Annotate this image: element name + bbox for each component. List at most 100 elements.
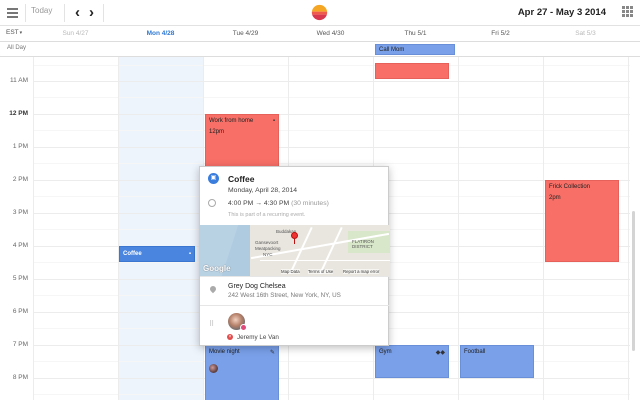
top-toolbar: Today ‹ › Apr 27 - May 3 2014 (0, 0, 640, 26)
duration: (30 minutes) (291, 200, 329, 207)
grid-line (33, 130, 630, 131)
map-label: FLATIRON DISTRICT (352, 239, 374, 249)
event-frick-collection[interactable]: Frick Collection 2pm (545, 180, 619, 262)
timezone-label: EST (6, 29, 19, 36)
map-label: Meatpacking (255, 246, 281, 251)
grid-line (33, 81, 630, 82)
hour-label: 6 PM (12, 308, 28, 315)
google-logo: Google (203, 264, 231, 273)
popover-event-date: Monday, April 28, 2014 (228, 187, 298, 194)
avatar (209, 364, 218, 373)
grid-line (33, 114, 630, 115)
status-badge (240, 324, 247, 331)
map-label: NYC (263, 252, 273, 257)
hour-label: 5 PM (12, 275, 28, 282)
clock-icon (208, 199, 216, 207)
vertical-scrollbar[interactable] (632, 211, 635, 351)
terms-of-use-link[interactable]: Terms of Use (308, 269, 334, 274)
day-header-fri[interactable]: Fri 5/2 (458, 26, 543, 42)
hour-label: 11 AM (10, 77, 28, 84)
today-button[interactable]: Today (31, 6, 52, 15)
popover-event-time: 4:00 PM → 4:30 PM (30 minutes) (228, 200, 329, 207)
calendar-icon: ▣ (208, 173, 219, 184)
hour-label: 2 PM (12, 176, 28, 183)
day-header-mon[interactable]: Mon 4/28 (118, 26, 203, 42)
map-pin-icon (291, 232, 298, 244)
people-icon: ⠿ (209, 321, 215, 328)
location-address[interactable]: 242 West 16th Street, New York, NY, US (228, 292, 341, 299)
time-range: 4:00 PM → 4:30 PM (228, 200, 290, 207)
hour-label: 3 PM (12, 209, 28, 216)
divider (200, 276, 390, 277)
timezone-selector[interactable]: EST▾ (6, 29, 22, 36)
grid-line (33, 147, 630, 148)
event-title: Frick Collection (549, 184, 591, 190)
event-title: Work from home (209, 118, 254, 124)
grid-line (33, 163, 630, 164)
event-gym[interactable]: Gym ◆◆ (375, 345, 449, 378)
column-divider (118, 57, 119, 400)
date-range-title: Apr 27 - May 3 2014 (517, 7, 606, 18)
location-name[interactable]: Grey Dog Chelsea (228, 283, 286, 290)
day-header-row: EST▾ Sun 4/27 Mon 4/28 Tue 4/29 Wed 4/30… (0, 26, 640, 42)
event-title: Football (464, 349, 486, 355)
event-call-mom[interactable]: Call Mom (375, 44, 455, 55)
map-data-link[interactable]: Map Data (281, 269, 300, 274)
day-header-sat[interactable]: Sat 5/3 (543, 26, 628, 42)
event-title: Coffee (123, 251, 142, 257)
all-day-row: All Day (0, 42, 640, 57)
event-title: Call Mom (379, 47, 405, 53)
menu-icon[interactable] (5, 5, 20, 20)
all-day-label: All Day (7, 45, 27, 51)
event-football[interactable]: Football (460, 345, 534, 378)
column-divider (628, 57, 629, 400)
recurring-icon: ▪ (188, 251, 191, 257)
map-road (260, 260, 390, 261)
event-title: Gym (379, 349, 392, 355)
day-header-sun[interactable]: Sun 4/27 (33, 26, 118, 42)
divider (200, 305, 390, 306)
event-movie-night[interactable]: Movie night ✎ (205, 345, 279, 400)
report-map-error-link[interactable]: Report a map error (343, 269, 380, 274)
dumbbell-icon: ◆◆ (435, 350, 445, 356)
attendee-name: Jeremy Le Van (237, 334, 279, 341)
pencil-icon: ✎ (269, 350, 275, 356)
grid-line (33, 65, 630, 66)
hour-label: 1 PM (12, 143, 28, 150)
recurring-note: This is part of a recurring event. (228, 212, 306, 218)
grid-line (33, 394, 630, 395)
sunrise-logo-icon (311, 4, 328, 21)
location-pin-icon (208, 284, 218, 294)
column-divider (33, 57, 34, 400)
avatar[interactable] (228, 313, 247, 331)
day-header-thu[interactable]: Thu 5/1 (373, 26, 458, 42)
toolbar-divider (25, 4, 26, 22)
location-map[interactable]: Buddakan Gansevoort Meatpacking NYC FLAT… (200, 225, 390, 276)
day-header-tue[interactable]: Tue 4/29 (203, 26, 288, 42)
event-detail-popover: ▣ Coffee Monday, April 28, 2014 4:00 PM … (199, 166, 390, 346)
hour-label: 7 PM (12, 341, 28, 348)
next-week-button[interactable]: › (83, 3, 100, 22)
popover-event-title: Coffee (228, 174, 255, 184)
grid-line (33, 97, 630, 98)
event-time: 2pm (549, 195, 561, 201)
chevron-down-icon: ▾ (19, 30, 23, 36)
event-time: 12pm (209, 129, 225, 135)
toolbar-divider (64, 4, 65, 22)
toolbar-divider (103, 4, 104, 22)
declined-icon: × (227, 334, 233, 340)
map-label: Gansevoort (255, 240, 279, 245)
column-divider (458, 57, 459, 400)
hour-label: 12 PM (9, 110, 28, 117)
event-title: Movie night (209, 349, 240, 355)
note-icon: ▪ (272, 118, 275, 124)
event-coffee[interactable]: Coffee ▪ (119, 246, 195, 262)
apps-grid-icon[interactable] (622, 6, 633, 17)
hour-label: 8 PM (12, 374, 28, 381)
column-divider (543, 57, 544, 400)
grid-line (33, 378, 630, 379)
hour-label: 4 PM (12, 242, 28, 249)
grid-line (33, 361, 630, 362)
event-thursday-morning[interactable] (375, 63, 449, 79)
day-header-wed[interactable]: Wed 4/30 (288, 26, 373, 42)
